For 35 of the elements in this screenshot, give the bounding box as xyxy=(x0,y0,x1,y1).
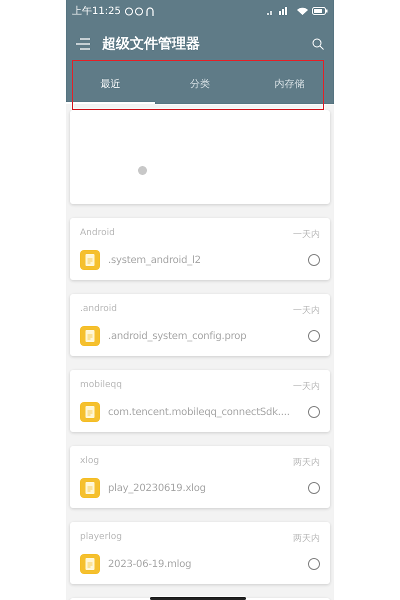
folder-name: playerlog xyxy=(80,532,122,544)
tab[interactable]: 分类 xyxy=(155,66,245,104)
select-radio[interactable] xyxy=(308,330,320,342)
file-name: .android_system_config.prop xyxy=(108,330,248,342)
file-icon xyxy=(80,554,100,574)
select-radio[interactable] xyxy=(308,254,320,266)
status-time: 上午11:25 xyxy=(72,4,121,18)
folder-name: Android xyxy=(80,228,115,240)
file-icon xyxy=(80,250,100,270)
notification-icons xyxy=(124,6,155,16)
file-icon xyxy=(80,326,100,346)
tab[interactable]: 最近 xyxy=(66,66,156,104)
file-name: 2023-06-19.mlog xyxy=(108,558,192,570)
file-card[interactable]: playerlog 两天内 2023-06-19.mlog xyxy=(70,522,330,584)
time-label: 两天内 xyxy=(293,532,320,545)
select-radio[interactable] xyxy=(308,558,320,570)
loading-indicator xyxy=(138,166,147,175)
menu-icon[interactable] xyxy=(76,38,90,50)
folder-name: xlog xyxy=(80,456,100,468)
file-name: play_20230619.xlog xyxy=(108,482,207,494)
file-card[interactable]: xlog 两天内 play_20230619.xlog xyxy=(70,446,330,508)
battery-icon xyxy=(312,7,328,15)
folder-name: mobileqq xyxy=(80,380,122,392)
file-icon xyxy=(80,478,100,498)
select-radio[interactable] xyxy=(308,406,320,418)
search-icon[interactable] xyxy=(312,38,324,50)
file-name: .system_android_l2 xyxy=(108,254,202,266)
file-icon xyxy=(80,402,100,422)
time-label: 两天内 xyxy=(293,456,320,469)
wifi-icon xyxy=(297,7,308,15)
tab[interactable]: 内存储 xyxy=(244,66,334,104)
select-radio[interactable] xyxy=(308,482,320,494)
app-title: 超级文件管理器 xyxy=(102,35,201,53)
file-name: com.tencent.mobileqq_connectSdk.... xyxy=(108,406,291,418)
folder-name: .android xyxy=(80,304,118,316)
